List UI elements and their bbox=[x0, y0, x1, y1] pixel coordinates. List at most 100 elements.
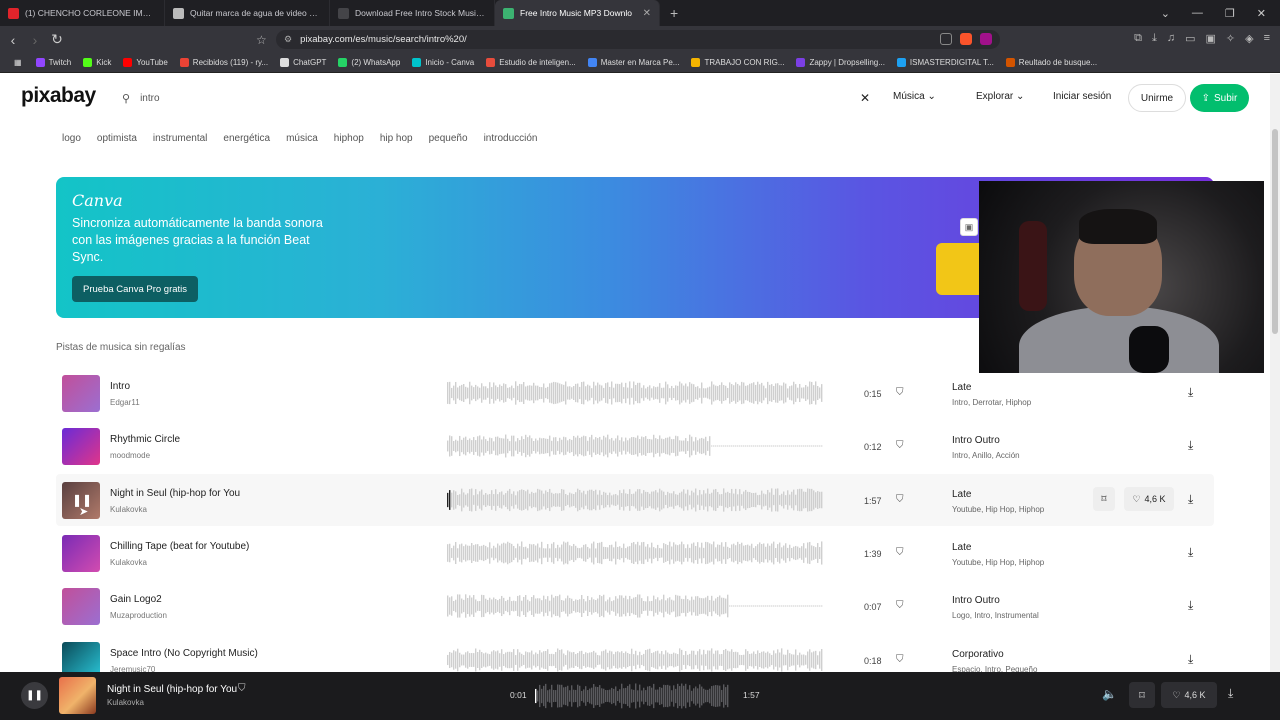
player-like-button[interactable]: ♡ 4,6 K bbox=[1161, 682, 1217, 708]
scrollbar-thumb[interactable] bbox=[1272, 129, 1278, 334]
player-track-author[interactable]: Kulakovka bbox=[107, 698, 144, 707]
track-thumbnail[interactable] bbox=[62, 375, 100, 412]
track-thumbnail[interactable] bbox=[62, 428, 100, 465]
track-row[interactable]: Intro Edgar11 0:15 ⛉ Late Intro, Derrota… bbox=[56, 367, 1214, 419]
new-tab-button[interactable]: + bbox=[660, 5, 688, 21]
tag-chip[interactable]: instrumental bbox=[153, 133, 207, 144]
apps-icon[interactable]: ▦ bbox=[8, 58, 28, 67]
brave-rewards-icon[interactable] bbox=[980, 33, 992, 45]
leo-icon[interactable]: ✧ bbox=[1226, 32, 1235, 45]
track-waveform[interactable] bbox=[447, 540, 823, 566]
tag-chip[interactable]: logo bbox=[62, 133, 81, 144]
login-link[interactable]: Iniciar sesión bbox=[1053, 91, 1111, 102]
track-author[interactable]: Jeremusic70 bbox=[110, 665, 155, 672]
player-waveform[interactable] bbox=[535, 682, 730, 710]
track-title[interactable]: Night in Seul (hip-hop for You bbox=[110, 488, 240, 499]
cast-icon[interactable] bbox=[940, 33, 952, 45]
browser-tab[interactable]: Download Free Intro Stock Music MP bbox=[330, 0, 495, 26]
download-icon[interactable]: ⤓ bbox=[1188, 385, 1193, 400]
bookmark-item[interactable]: Inicio - Canva bbox=[406, 58, 480, 67]
bookmark-item[interactable]: TRABAJO CON RIG... bbox=[685, 58, 790, 67]
track-thumbnail[interactable] bbox=[62, 642, 100, 672]
join-button[interactable]: Unirme bbox=[1128, 84, 1186, 112]
track-category[interactable]: Intro Outro bbox=[952, 595, 1000, 606]
pause-button[interactable]: ❚❚ bbox=[21, 682, 48, 709]
download-icon[interactable]: ⤓ bbox=[1188, 545, 1193, 560]
menu-icon[interactable]: ≡ bbox=[1264, 32, 1270, 45]
track-waveform[interactable] bbox=[447, 433, 823, 459]
bookmark-item[interactable]: Twitch bbox=[30, 58, 78, 67]
track-row[interactable]: Rhythmic Circle moodmode 0:12 ⛉ Intro Ou… bbox=[56, 420, 1214, 472]
browser-tab[interactable]: Free Intro Music MP3 Downlo ✕ bbox=[495, 0, 660, 26]
track-category[interactable]: Intro Outro bbox=[952, 435, 1000, 446]
track-category[interactable]: Late bbox=[952, 489, 971, 500]
track-thumbnail[interactable] bbox=[62, 535, 100, 572]
url-field[interactable]: ⚙ pixabay.com/es/music/search/intro%20/ bbox=[276, 30, 1000, 49]
track-waveform[interactable] bbox=[447, 593, 823, 619]
site-info-icon[interactable]: ⚙ bbox=[284, 34, 292, 45]
track-tags[interactable]: Intro, Anillo, Acción bbox=[952, 451, 1020, 460]
track-waveform[interactable] bbox=[447, 380, 823, 406]
download-icon[interactable]: ⤓ bbox=[1188, 438, 1193, 453]
wallet-icon[interactable]: ▣ bbox=[1205, 32, 1215, 45]
track-tags[interactable]: Logo, Intro, Instrumental bbox=[952, 611, 1039, 620]
clear-search-icon[interactable]: ✕ bbox=[860, 91, 870, 105]
track-category[interactable]: Late bbox=[952, 542, 971, 553]
media-icon[interactable]: ♫ bbox=[1167, 32, 1175, 45]
bookmark-item[interactable]: Recibidos (119) - ry... bbox=[174, 58, 274, 67]
close-tab-icon[interactable]: ✕ bbox=[643, 8, 651, 19]
download-icon[interactable]: ⤓ bbox=[1188, 652, 1193, 667]
track-row[interactable]: Night in Seul (hip-hop for You Kulakovka… bbox=[56, 474, 1214, 526]
tag-chip[interactable]: optimista bbox=[97, 133, 137, 144]
track-author[interactable]: Kulakovka bbox=[110, 505, 147, 514]
download-icon[interactable]: ⤓ bbox=[1188, 492, 1193, 507]
like-button[interactable]: ♡ 4,6 K bbox=[1124, 487, 1174, 511]
brave-shield-icon[interactable] bbox=[960, 33, 972, 45]
vpn-icon[interactable]: ◈ bbox=[1245, 32, 1253, 45]
back-icon[interactable]: ‹ bbox=[2, 32, 24, 48]
upload-button[interactable]: ⇪ Subir bbox=[1190, 84, 1249, 112]
bookmark-item[interactable]: Reultado de busque... bbox=[1000, 58, 1103, 67]
forward-icon[interactable]: › bbox=[24, 32, 46, 48]
bookmark-item[interactable]: Estudio de inteligen... bbox=[480, 58, 582, 67]
bookmark-item[interactable]: Kick bbox=[77, 58, 117, 67]
track-row[interactable]: Space Intro (No Copyright Music) Jeremus… bbox=[56, 634, 1214, 672]
tag-chip[interactable]: música bbox=[286, 133, 318, 144]
sidebar-icon[interactable]: ▭ bbox=[1185, 32, 1195, 45]
search-bar[interactable]: ⚲ ✕ bbox=[110, 84, 878, 112]
track-title[interactable]: Chilling Tape (beat for Youtube) bbox=[110, 541, 249, 552]
close-window-icon[interactable]: ✕ bbox=[1257, 7, 1266, 20]
bookmark-page-icon[interactable]: ☆ bbox=[256, 33, 267, 47]
browser-tab[interactable]: Quitar marca de agua de video Gem bbox=[165, 0, 330, 26]
track-title[interactable]: Rhythmic Circle bbox=[110, 434, 180, 445]
track-author[interactable]: moodmode bbox=[110, 451, 150, 460]
volume-icon[interactable]: 🔈 bbox=[1102, 687, 1117, 701]
track-tags[interactable]: Espacio, Intro, Pequeño bbox=[952, 665, 1037, 672]
tag-chip[interactable]: hiphop bbox=[334, 133, 364, 144]
bookmark-item[interactable]: YouTube bbox=[117, 58, 173, 67]
bookmark-track-button[interactable]: ⌑ bbox=[1093, 487, 1115, 511]
bookmark-item[interactable]: Zappy | Dropselling... bbox=[790, 58, 890, 67]
track-author[interactable]: Edgar11 bbox=[110, 398, 140, 407]
tag-chip[interactable]: introducción bbox=[484, 133, 538, 144]
bookmark-item[interactable]: Master en Marca Pe... bbox=[582, 58, 686, 67]
search-input[interactable] bbox=[140, 92, 821, 104]
track-tags[interactable]: Intro, Derrotar, Hiphop bbox=[952, 398, 1031, 407]
bookmark-item[interactable]: ISMASTERDIGITAL T... bbox=[891, 58, 1000, 67]
track-tags[interactable]: Youtube, Hip Hop, Hiphop bbox=[952, 558, 1044, 567]
tag-chip[interactable]: hip hop bbox=[380, 133, 413, 144]
pixabay-logo[interactable]: pixabay bbox=[21, 84, 96, 108]
track-waveform[interactable] bbox=[447, 647, 823, 672]
track-thumbnail[interactable] bbox=[62, 588, 100, 625]
downloads-icon[interactable]: ⤓ bbox=[1152, 32, 1157, 45]
page-scrollbar[interactable] bbox=[1270, 74, 1280, 672]
track-row[interactable]: Chilling Tape (beat for Youtube) Kulakov… bbox=[56, 527, 1214, 579]
media-type-dropdown[interactable]: Música ⌄ bbox=[893, 91, 936, 102]
browser-tab[interactable]: (1) CHENCHO CORLEONE IMPAC bbox=[0, 0, 165, 26]
track-category[interactable]: Late bbox=[952, 382, 971, 393]
player-bookmark-button[interactable]: ⌑ bbox=[1129, 682, 1155, 708]
banner-cta-button[interactable]: Prueba Canva Pro gratis bbox=[72, 276, 199, 302]
track-title[interactable]: Gain Logo2 bbox=[110, 594, 162, 605]
player-track-title[interactable]: Night in Seul (hip-hop for You bbox=[107, 684, 237, 695]
reload-icon[interactable]: ↻ bbox=[46, 31, 68, 48]
